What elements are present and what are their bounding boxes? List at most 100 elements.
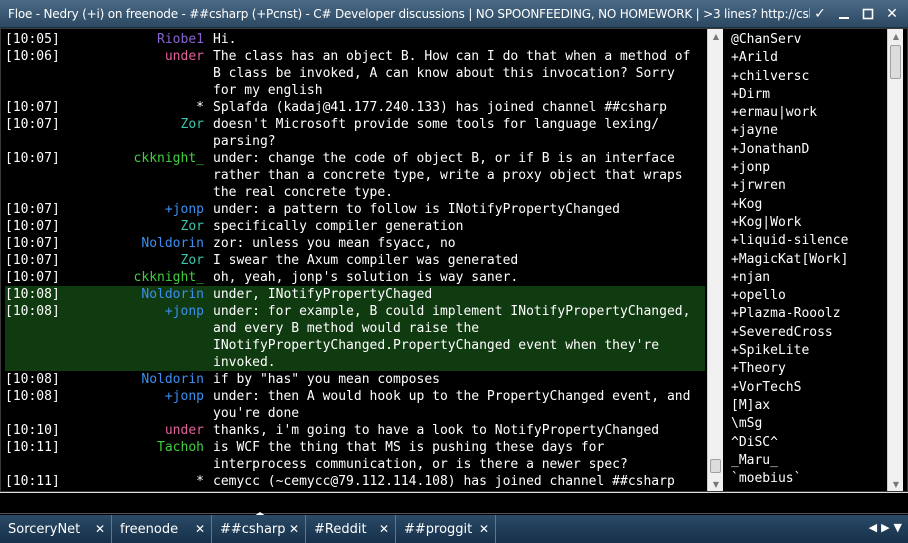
nicklist-item[interactable]: +SeveredCross (727, 324, 885, 342)
maximize-button[interactable] (858, 4, 878, 24)
nicklist-item[interactable]: +jayne (727, 122, 885, 140)
message-nick[interactable]: ckknight_ (77, 269, 213, 286)
message-text: under: for example, B could implement IN… (213, 304, 699, 370)
tab-close-icon[interactable]: ✕ (479, 522, 489, 536)
message-timestamp: [10:11] (5, 440, 60, 455)
nicklist-item[interactable]: +VorTechS (727, 379, 885, 397)
tab-menu-icon[interactable]: ▼ (894, 521, 902, 534)
message-timestamp: [10:07] (5, 236, 60, 251)
nicklist-item[interactable]: `moebius` (727, 470, 885, 488)
message-timestamp: [10:08] (5, 372, 60, 387)
message-nick[interactable]: +jonp (77, 303, 213, 371)
nicklist-item[interactable]: +SpikeLite (727, 342, 885, 360)
message-text: oh, yeah, jonp's solution is way saner. (213, 270, 519, 285)
message-timestamp: [10:07] (5, 202, 60, 217)
message-input[interactable] (0, 494, 908, 515)
nicklist-item[interactable]: +njan (727, 269, 885, 287)
tab-reddit[interactable]: #Reddit ✕ (306, 515, 396, 543)
minimize-button[interactable] (834, 4, 854, 24)
nicklist-item[interactable]: +Arild (727, 49, 885, 67)
chat-message: [10:07] Zor I swear the Axum compiler was … (5, 252, 705, 269)
nicklist-item[interactable]: +chilversc (727, 68, 885, 86)
nicklist-item[interactable]: @ChanServ (727, 31, 885, 49)
chat-scrollbar[interactable]: ▲ ▼ (707, 29, 723, 491)
message-nick[interactable]: Riobe1 (77, 31, 213, 48)
tab-close-icon[interactable]: ✕ (95, 522, 105, 536)
scroll-up-arrow-icon[interactable]: ▲ (708, 29, 724, 43)
message-text: Hi. (213, 32, 237, 47)
nick-list[interactable]: @ChanServ +Arild +chilversc +Dirm +ermau|wor… (727, 31, 885, 491)
tab-close-icon[interactable]: ✕ (195, 522, 205, 536)
tab-freenode[interactable]: freenode ✕ (112, 515, 212, 543)
scroll-down-arrow-icon[interactable]: ▼ (708, 477, 724, 491)
nicklist-scrollbar[interactable]: ▲ ▼ (887, 29, 903, 491)
chat-message: [10:08] +jonp under: then A would hook up … (5, 388, 705, 422)
nicklist-item[interactable]: +JonathanD (727, 141, 885, 159)
tab-proggit[interactable]: ##proggit ✕ (396, 515, 496, 543)
chat-message: [10:08] +jonp under: for example, B could … (5, 303, 705, 371)
message-text: is WCF the thing that MS is pushing thes… (213, 440, 628, 472)
tab-csharp[interactable]: ##csharp ✕ (212, 515, 306, 543)
tab-label: ##proggit (404, 521, 473, 537)
chat-message: [10:08] Noldorin under, INotifyPropertyCha… (5, 286, 705, 303)
message-nick[interactable]: Noldorin (77, 286, 213, 303)
tab-close-icon[interactable]: ✕ (289, 522, 299, 536)
check-icon[interactable]: ✓ (810, 4, 830, 24)
nicklist-item[interactable]: +ermau|work (727, 104, 885, 122)
tab-close-icon[interactable]: ✕ (379, 522, 389, 536)
nicklist-item[interactable]: \mSg (727, 415, 885, 433)
close-button[interactable]: ✕ (882, 4, 902, 24)
message-nick[interactable]: ckknight_ (77, 150, 213, 201)
tab-sorcerynet[interactable]: SorceryNet ✕ (0, 515, 112, 543)
window-title: Floe - Nedry (+i) on freenode - ##csharp… (8, 6, 810, 21)
message-nick[interactable]: Tachoh (77, 439, 213, 473)
chat-log[interactable]: [10:05] Riobe1 Hi. [10:06] under The class ha… (5, 31, 705, 491)
message-text: under: change the code of object B, or i… (213, 151, 691, 200)
nicklist-item[interactable]: +Dirm (727, 86, 885, 104)
nicklist-item[interactable]: +opello (727, 287, 885, 305)
tab-controls: ◀ ▶ ▼ (869, 521, 902, 534)
message-nick[interactable]: Zor (77, 218, 213, 235)
nicklist-item[interactable]: ^DiSC^ (727, 434, 885, 452)
message-nick[interactable]: +jonp (77, 388, 213, 422)
nicklist-item[interactable]: +Kog (727, 196, 885, 214)
nicklist-item[interactable]: +Theory (727, 360, 885, 378)
message-timestamp: [10:07] (5, 253, 60, 268)
message-text: I swear the Axum compiler was generated (213, 253, 519, 268)
nicklist-item[interactable]: +liquid-silence (727, 232, 885, 250)
nick-scroll-up-arrow-icon[interactable]: ▲ (888, 29, 904, 43)
chat-message: [10:07] Zor specifically compiler generati… (5, 218, 705, 235)
nicklist-item[interactable]: +jrwren (727, 177, 885, 195)
message-nick[interactable]: * (77, 99, 213, 116)
chat-scroll-thumb[interactable] (710, 459, 721, 473)
tab-right-arrow-icon[interactable]: ▶ (881, 521, 889, 534)
message-nick[interactable]: Noldorin (77, 371, 213, 388)
message-nick[interactable]: Zor (77, 252, 213, 269)
nicklist-item[interactable]: +Plazma-Rooolz (727, 305, 885, 323)
main-area: [10:05] Riobe1 Hi. [10:06] under The class ha… (0, 28, 908, 492)
chat-message: [10:07] +jonp under: a pattern to follow i… (5, 201, 705, 218)
message-nick[interactable]: under (77, 48, 213, 99)
message-text: The class has an object B. How can I do … (213, 49, 699, 98)
nicklist-item[interactable]: +jonp (727, 159, 885, 177)
nicklist-item[interactable]: +MagicKat[Work] (727, 251, 885, 269)
message-nick[interactable]: under (77, 422, 213, 439)
maximize-icon (862, 8, 874, 19)
message-nick[interactable]: Zor (77, 116, 213, 150)
nicklist-scroll-thumb[interactable] (890, 45, 901, 79)
nicklist-item[interactable]: _Maru_ (727, 452, 885, 470)
nicklist-item[interactable]: +Kog|Work (727, 214, 885, 232)
tab-left-arrow-icon[interactable]: ◀ (869, 521, 877, 534)
message-timestamp: [10:07] (5, 117, 60, 132)
tab-label: #Reddit (314, 521, 367, 537)
message-text: under, INotifyPropertyChaged (213, 287, 433, 302)
tab-label: SorceryNet (8, 521, 81, 537)
message-nick[interactable]: Noldorin (77, 235, 213, 252)
message-timestamp: [10:05] (5, 32, 60, 47)
nick-scroll-down-arrow-icon[interactable]: ▼ (888, 477, 904, 491)
nicklist-item[interactable]: [M]ax (727, 397, 885, 415)
message-nick[interactable]: * (77, 473, 213, 490)
chat-message: [10:10] under thanks, i'm going to have a … (5, 422, 705, 439)
message-text: if by "has" you mean composes (213, 372, 440, 387)
message-nick[interactable]: +jonp (77, 201, 213, 218)
